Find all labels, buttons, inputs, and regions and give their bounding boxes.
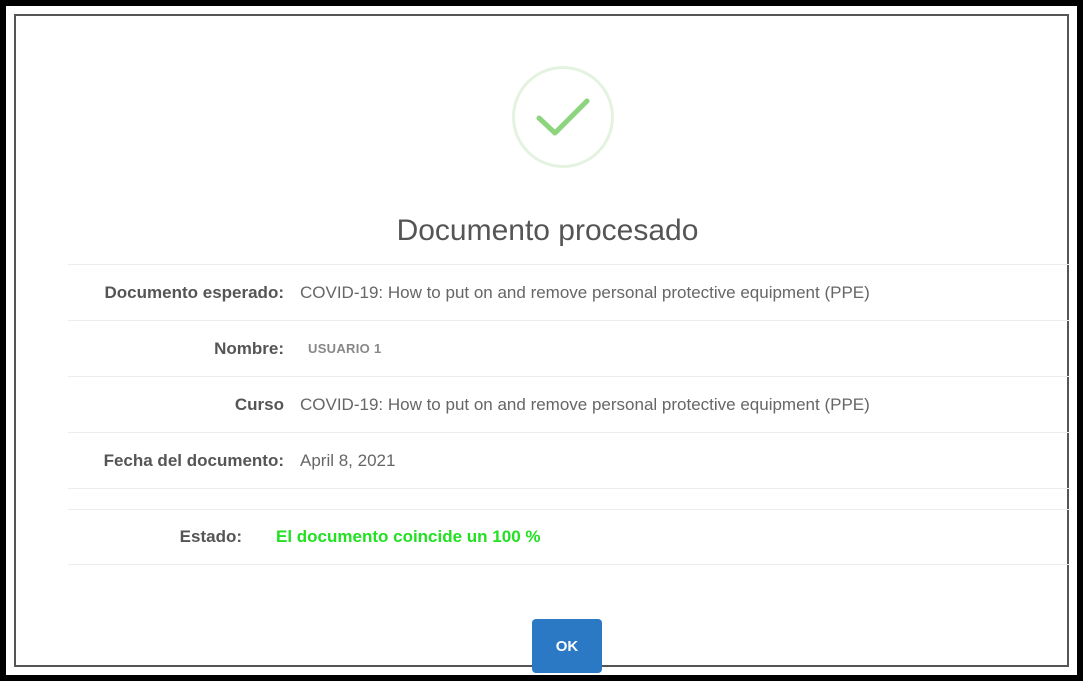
screenshot-frame: Documento procesado Documento esperado: … bbox=[6, 6, 1077, 675]
row-nombre: Nombre: USUARIO 1 bbox=[68, 320, 1070, 376]
dialog-border: Documento procesado Documento esperado: … bbox=[14, 14, 1070, 673]
row-estado: Estado: El documento coincide un 100 % bbox=[68, 509, 1070, 565]
value-fecha: April 8, 2021 bbox=[300, 450, 396, 470]
dialog-title: Documento procesado bbox=[396, 214, 699, 247]
label-estado: Estado: bbox=[179, 527, 242, 546]
success-check-icon bbox=[512, 66, 614, 168]
ok-button[interactable]: OK bbox=[532, 619, 602, 673]
value-nombre: USUARIO 1 bbox=[308, 341, 382, 356]
label-fecha: Fecha del documento: bbox=[103, 450, 284, 470]
status-message: El documento coincide un 100 % bbox=[276, 527, 541, 546]
divider bbox=[68, 488, 1070, 509]
label-curso: Curso bbox=[234, 394, 284, 414]
label-nombre: Nombre: bbox=[214, 338, 284, 358]
document-details-table: Documento esperado: COVID-19: How to put… bbox=[68, 264, 1070, 565]
result-dialog: Documento procesado Documento esperado: … bbox=[36, 34, 1070, 673]
row-documento-esperado: Documento esperado: COVID-19: How to put… bbox=[68, 264, 1070, 320]
value-documento-esperado: COVID-19: How to put on and remove perso… bbox=[300, 282, 870, 302]
row-curso: Curso COVID-19: How to put on and remove… bbox=[68, 376, 1070, 432]
label-documento-esperado: Documento esperado: bbox=[104, 282, 284, 302]
value-curso: COVID-19: How to put on and remove perso… bbox=[300, 394, 870, 414]
row-fecha: Fecha del documento: April 8, 2021 bbox=[68, 432, 1070, 488]
